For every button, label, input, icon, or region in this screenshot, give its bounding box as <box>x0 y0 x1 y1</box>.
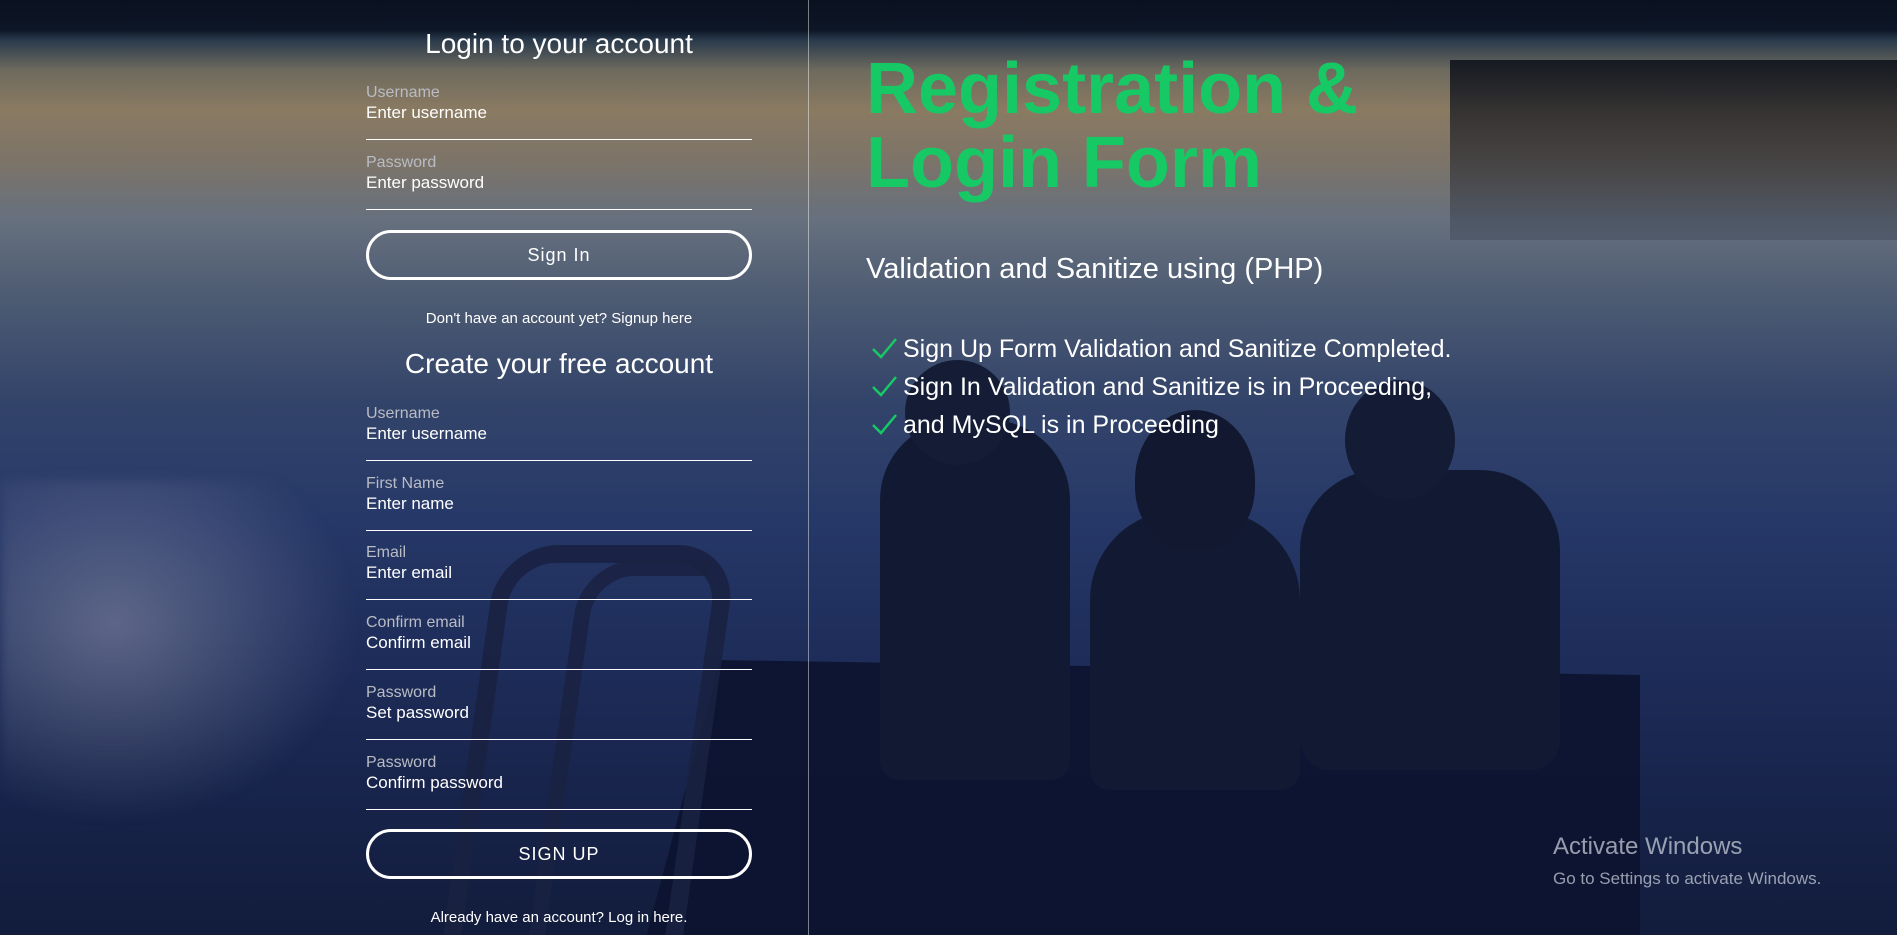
signup-confirm-password-input[interactable] <box>366 772 752 794</box>
signup-confirm-password-label: Password <box>366 754 437 771</box>
check-icon <box>872 376 897 397</box>
hero-title: Registration & Login Form <box>866 52 1566 200</box>
signup-firstname-input[interactable] <box>366 493 752 515</box>
signup-username-field: Username <box>366 405 752 461</box>
signup-confirm-email-label: Confirm email <box>366 614 465 631</box>
sign-in-button[interactable]: Sign In <box>366 230 752 280</box>
signup-username-input[interactable] <box>366 423 752 445</box>
signup-confirm-password-field: Password <box>366 754 752 810</box>
login-password-field: Password <box>366 154 752 210</box>
check-icon <box>872 338 897 359</box>
checklist-item: Sign In Validation and Sanitize is in Pr… <box>866 368 1451 406</box>
forms-panel: Login to your account Username Password … <box>0 0 809 935</box>
checklist-item-text: and MySQL is in Proceeding <box>903 411 1219 439</box>
signup-email-field: Email <box>366 544 752 600</box>
checklist-item-text: Sign In Validation and Sanitize is in Pr… <box>903 373 1433 401</box>
person-silhouette-2 <box>1090 510 1300 790</box>
signup-link-text[interactable]: Don't have an account yet? Signup here <box>426 310 692 327</box>
checklist-item: Sign Up Form Validation and Sanitize Com… <box>866 330 1451 368</box>
login-password-input[interactable] <box>366 172 752 194</box>
signup-confirm-email-input[interactable] <box>366 632 752 654</box>
checklist-item: and MySQL is in Proceeding <box>866 406 1451 444</box>
signup-title: Create your free account <box>404 348 714 379</box>
feature-checklist: Sign Up Form Validation and Sanitize Com… <box>866 330 1451 444</box>
signup-username-label: Username <box>366 405 440 422</box>
signup-firstname-label: First Name <box>366 475 445 492</box>
login-link-text[interactable]: Already have an account? Log in here. <box>431 909 688 926</box>
signup-password-field: Password <box>366 684 752 740</box>
login-link[interactable]: Already have an account? Log in here. <box>366 909 752 926</box>
login-username-label: Username <box>366 84 440 101</box>
check-icon <box>872 414 897 435</box>
signup-firstname-field: First Name <box>366 475 752 531</box>
signup-email-label: Email <box>366 544 407 561</box>
login-username-field: Username <box>366 84 752 140</box>
login-password-label: Password <box>366 154 437 171</box>
activate-windows-watermark: Activate Windows Go to Settings to activ… <box>1553 833 1821 889</box>
sign-up-button[interactable]: SIGN UP <box>366 829 752 879</box>
signup-link[interactable]: Don't have an account yet? Signup here <box>366 310 752 327</box>
login-username-input[interactable] <box>366 102 752 124</box>
login-title: Login to your account <box>425 28 693 59</box>
signup-password-label: Password <box>366 684 437 701</box>
signup-confirm-email-field: Confirm email <box>366 614 752 670</box>
signup-password-input[interactable] <box>366 702 752 724</box>
hero-subtitle: Validation and Sanitize using (PHP) <box>866 253 1324 285</box>
hero-title-line-1: Registration & <box>866 49 1359 129</box>
watermark-title: Activate Windows <box>1553 833 1743 860</box>
hero-title-line-2: Login Form <box>866 123 1262 203</box>
person-silhouette-3 <box>1300 470 1560 770</box>
watermark-subtitle: Go to Settings to activate Windows. <box>1553 869 1822 888</box>
signup-email-input[interactable] <box>366 562 752 584</box>
person-silhouette-1 <box>880 420 1070 780</box>
checklist-item-text: Sign Up Form Validation and Sanitize Com… <box>903 335 1452 363</box>
